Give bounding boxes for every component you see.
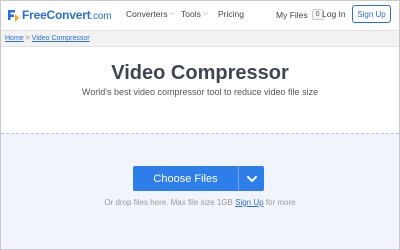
logo-icon <box>6 8 20 22</box>
nav-converters[interactable]: Converters ⌵ <box>126 9 175 19</box>
page-title: Video Compressor <box>111 62 289 84</box>
nav-tools[interactable]: Tools ⌵ <box>181 9 208 19</box>
top-navbar: FreeConvert.com Converters ⌵ Tools ⌵ Pri… <box>1 1 399 29</box>
logo-text: FreeConvert.com <box>22 8 112 22</box>
drop-hint: Or drop files here. Max file size 1GB Si… <box>104 198 296 207</box>
file-drop-zone[interactable] <box>1 133 399 249</box>
chevron-down-icon <box>246 170 257 188</box>
breadcrumb-home[interactable]: Home <box>5 35 24 42</box>
breadcrumb: Home > Video Compressor <box>1 30 399 47</box>
breadcrumb-current[interactable]: Video Compressor <box>32 35 90 42</box>
logo[interactable]: FreeConvert.com <box>6 7 112 23</box>
nav-pricing[interactable]: Pricing <box>218 9 244 19</box>
login-link[interactable]: Log In <box>322 9 346 19</box>
breadcrumb-separator: > <box>25 35 30 42</box>
page-subtitle: World's best video compressor tool to re… <box>81 87 319 97</box>
choose-files-button[interactable]: Choose Files <box>133 166 238 191</box>
hint-signup-link[interactable]: Sign Up <box>235 198 263 207</box>
my-files-link[interactable]: My Files 0 <box>276 9 324 20</box>
chevron-down-icon: ⌵ <box>169 10 175 17</box>
chevron-down-icon: ⌵ <box>202 10 209 17</box>
upload-source-dropdown-button[interactable] <box>238 166 264 191</box>
signup-button[interactable]: Sign Up <box>352 5 391 23</box>
